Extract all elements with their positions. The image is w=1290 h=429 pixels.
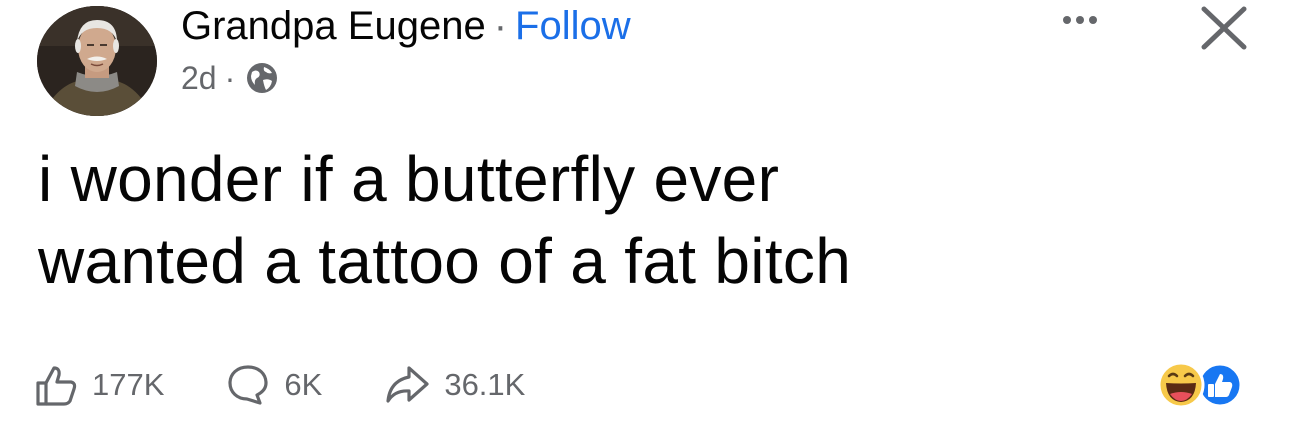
share-arrow-icon bbox=[386, 366, 429, 403]
share-button[interactable]: 36.1K bbox=[384, 363, 525, 407]
post-meta: 2d · bbox=[181, 58, 279, 98]
globe-icon bbox=[245, 61, 279, 95]
comment-button[interactable]: 6K bbox=[226, 363, 322, 407]
reaction-icons bbox=[1157, 361, 1243, 409]
thumbs-up-icon bbox=[36, 366, 77, 406]
haha-reaction-icon bbox=[1157, 361, 1205, 409]
avatar-photo bbox=[37, 6, 157, 116]
post-actions-bar: 177K 6K 36.1K bbox=[34, 358, 587, 412]
like-count: 177K bbox=[92, 367, 165, 402]
author-line: Grandpa Eugene · Follow bbox=[181, 4, 631, 48]
share-count: 36.1K bbox=[444, 367, 526, 402]
more-options-button[interactable] bbox=[1063, 10, 1117, 30]
facebook-post: Grandpa Eugene · Follow 2d · i wonder if a… bbox=[0, 0, 1290, 429]
like-reaction-icon bbox=[1197, 362, 1243, 408]
like-button[interactable]: 177K bbox=[34, 363, 164, 407]
ellipsis-icon-dot bbox=[1089, 16, 1097, 24]
meta-separator: · bbox=[224, 60, 236, 96]
ellipsis-icon-dot bbox=[1076, 16, 1084, 24]
post-body: i wonder if a butterfly ever wanted a ta… bbox=[38, 138, 1238, 302]
comment-bubble-icon bbox=[228, 365, 269, 405]
close-button[interactable] bbox=[1199, 6, 1249, 50]
ellipsis-icon-dot bbox=[1063, 16, 1071, 24]
author-separator: · bbox=[493, 4, 508, 48]
close-icon bbox=[1201, 6, 1247, 50]
author-name[interactable]: Grandpa Eugene bbox=[181, 4, 486, 48]
reaction-summary[interactable] bbox=[1156, 360, 1246, 410]
author-avatar[interactable] bbox=[37, 6, 157, 116]
post-timestamp[interactable]: 2d bbox=[181, 58, 217, 98]
post-text-line: wanted a tattoo of a fat bitch bbox=[38, 225, 852, 297]
post-text-line: i wonder if a butterfly ever bbox=[38, 143, 780, 215]
follow-button[interactable]: Follow bbox=[515, 4, 631, 48]
comment-count: 6K bbox=[284, 367, 323, 402]
